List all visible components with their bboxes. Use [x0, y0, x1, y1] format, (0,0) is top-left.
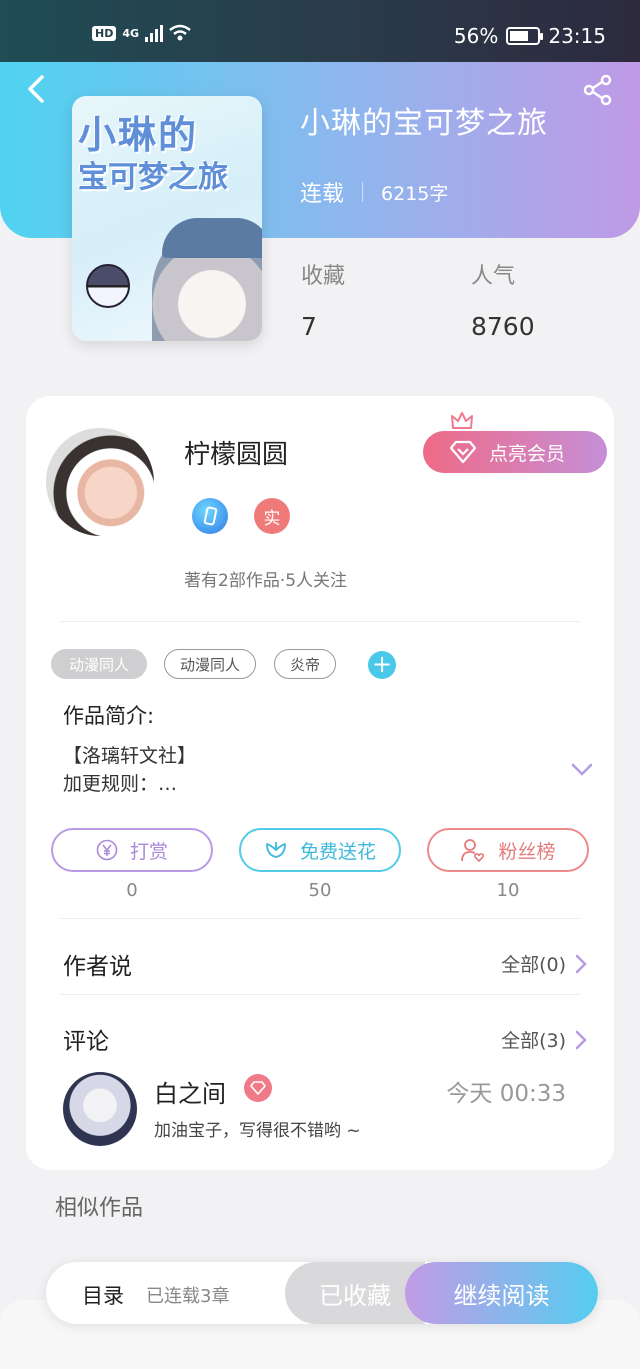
author-says-count: 全部(0): [501, 954, 566, 976]
tip-button[interactable]: 打赏: [51, 828, 213, 872]
wifi-icon: [169, 24, 191, 41]
cover-title-line1: 小琳的: [78, 113, 199, 157]
send-flower-button[interactable]: 免费送花: [239, 828, 401, 872]
comments-more[interactable]: 全部(3): [501, 1026, 588, 1053]
book-cover[interactable]: 小琳的 宝可梦之旅: [72, 96, 262, 341]
share-icon[interactable]: [582, 74, 614, 106]
intro-text[interactable]: 【洛璃轩文社】 加更规则：…: [63, 742, 196, 798]
chapter-count[interactable]: 已连载3章: [146, 1282, 229, 1308]
meta-divider: [362, 182, 364, 202]
stat-value: 8760: [471, 312, 535, 341]
yen-icon: [96, 839, 118, 861]
divider: [60, 994, 580, 995]
flower-count: 50: [308, 880, 332, 901]
author-says-more[interactable]: 全部(0): [501, 950, 588, 977]
continue-reading-button[interactable]: 继续阅读: [405, 1262, 598, 1324]
back-icon[interactable]: [22, 74, 52, 104]
saved-button[interactable]: 已收藏: [285, 1262, 425, 1324]
similar-works-title: 相似作品: [55, 1196, 144, 1221]
vip-badge: [244, 1074, 272, 1102]
stat-popularity: 人气 8760: [471, 258, 535, 341]
intro-line: 【洛璃轩文社】: [63, 745, 197, 767]
diamond-icon: [449, 440, 477, 464]
flower-icon: [266, 842, 286, 858]
author-name[interactable]: 柠檬圆圆: [184, 434, 288, 471]
status-bar: HD 4G 56% 23:15: [0, 0, 640, 62]
pokeball-illustration: [86, 264, 130, 308]
divider: [60, 918, 580, 919]
comment-text[interactable]: 加油宝子，写得很不错哟 ~: [154, 1116, 361, 1141]
tag[interactable]: 炎帝: [274, 649, 336, 679]
comments-title: 评论: [63, 1029, 109, 1055]
tip-count: 0: [126, 880, 138, 901]
tip-label: 打赏: [129, 840, 168, 863]
real-name-badge: 实: [254, 498, 290, 534]
phone-verified-badge: [192, 498, 228, 534]
book-status: 连载: [300, 182, 345, 207]
fans-count: 10: [496, 880, 520, 901]
toc-button[interactable]: 目录: [82, 1280, 124, 1310]
diamond-icon: [250, 1081, 266, 1095]
word-count: 6215字: [381, 182, 449, 205]
comments-count: 全部(3): [501, 1030, 566, 1052]
book-title: 小琳的宝可梦之旅: [300, 106, 548, 141]
fans-ranking-label: 粉丝榜: [498, 840, 556, 863]
clock: 23:15: [548, 24, 606, 48]
signal-icon: [145, 24, 164, 42]
crown-icon: [451, 412, 473, 429]
battery-icon: [506, 27, 544, 45]
chevron-right-icon: [575, 954, 587, 973]
stat-label: 人气: [471, 264, 516, 289]
commenter-avatar[interactable]: [63, 1072, 137, 1146]
intro-heading: 作品简介:: [63, 704, 155, 728]
author-says-title: 作者说: [63, 954, 132, 980]
comment-time: 今天 00:33: [446, 1081, 566, 1107]
stat-label: 收藏: [301, 264, 346, 289]
tag[interactable]: 动漫同人: [164, 649, 256, 679]
vip-button[interactable]: 点亮会员: [423, 431, 607, 473]
intro-line: 加更规则：…: [63, 773, 178, 795]
network-type: 4G: [122, 26, 140, 40]
stat-value: 7: [301, 312, 317, 341]
book-meta: 连载 6215字: [300, 176, 448, 208]
commenter-name[interactable]: 白之间: [154, 1074, 226, 1109]
author-card: 柠檬圆圆 实 著有2部作品·5人关注 点亮会员 动漫同人 动漫同人 炎帝 + 作…: [26, 396, 614, 1170]
add-tag-button[interactable]: +: [368, 651, 396, 679]
cover-title-line2: 宝可梦之旅: [78, 160, 228, 195]
stat-favorites: 收藏 7: [301, 258, 345, 341]
chevron-right-icon: [575, 1030, 587, 1049]
fans-ranking-button[interactable]: 粉丝榜: [427, 828, 589, 872]
bottom-action-bar: 目录 已连载3章 已收藏 继续阅读: [46, 1262, 598, 1324]
hat-illustration: [162, 218, 262, 258]
send-flower-label: 免费送花: [299, 840, 376, 863]
chevron-down-icon[interactable]: [570, 758, 594, 782]
tag-category[interactable]: 动漫同人: [51, 649, 147, 679]
hd-icon: HD: [92, 25, 117, 41]
user-heart-icon: [461, 839, 485, 863]
author-info: 著有2部作品·5人关注: [184, 571, 348, 591]
battery-percent: 56%: [453, 24, 499, 48]
divider: [60, 621, 580, 622]
author-avatar[interactable]: [46, 428, 154, 536]
vip-button-label: 点亮会员: [489, 442, 566, 465]
